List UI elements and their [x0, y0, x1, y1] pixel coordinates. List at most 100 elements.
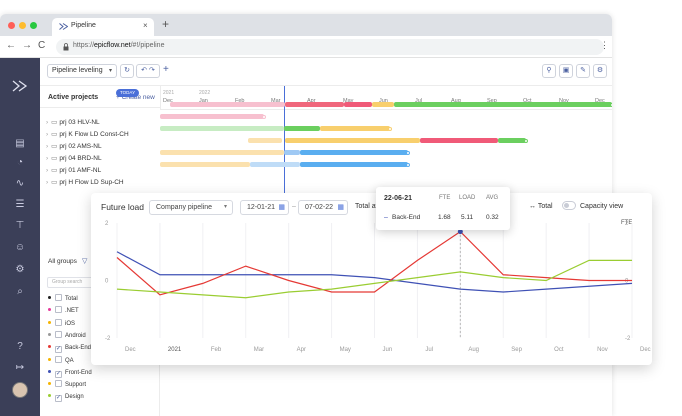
milestone-marker[interactable]	[524, 138, 528, 143]
group-label: Design	[65, 394, 84, 401]
project-row[interactable]: › ▭ prj K Flow LD Const-CH	[46, 129, 129, 141]
group-color-dot	[48, 369, 51, 373]
gantt-bar[interactable]	[394, 102, 612, 107]
project-row[interactable]: › ▭ prj 02 AMS-NL	[46, 141, 102, 153]
gantt-bar[interactable]	[250, 162, 300, 167]
tab-pipeline[interactable]: Pipeline ×	[52, 18, 154, 36]
x-tick-label: Sep	[511, 347, 522, 353]
reload-icon[interactable]: C	[38, 40, 45, 51]
gantt-bar[interactable]	[160, 150, 284, 155]
group-checkbox[interactable]	[55, 380, 62, 388]
project-row[interactable]: › ▭ prj H Flow LD Sup-CH	[46, 177, 124, 189]
milestone-marker[interactable]	[262, 114, 266, 119]
gantt-bar[interactable]	[285, 102, 344, 107]
gantt-bar[interactable]	[372, 102, 394, 107]
new-tab-button[interactable]: +	[162, 17, 169, 31]
group-checkbox[interactable]: ✓	[55, 346, 62, 354]
milestone-marker[interactable]	[610, 102, 612, 107]
epicflow-logo-icon[interactable]	[12, 80, 28, 92]
filter-icon[interactable]: ▽	[82, 257, 87, 265]
group-checkbox[interactable]: ✓	[55, 395, 62, 403]
gantt-bar[interactable]	[284, 150, 300, 155]
y-tick-label-right: 2	[625, 221, 629, 227]
gantt-bar[interactable]	[320, 126, 390, 131]
gantt-bar[interactable]	[344, 102, 372, 107]
x-tick-label: Apr	[297, 347, 306, 353]
gantt-bar[interactable]	[160, 126, 284, 131]
group-checkbox[interactable]	[55, 330, 62, 338]
gantt-bar[interactable]	[248, 138, 282, 143]
forward-arrow-icon[interactable]: →	[22, 40, 32, 51]
future-load-panel: Future load Company pipeline ▾ 12-01-21 …	[91, 193, 652, 365]
group-item[interactable]: ✓ Design	[48, 392, 84, 403]
group-checkbox[interactable]	[55, 318, 62, 326]
users-icon[interactable]: ☺	[13, 242, 27, 254]
settings-button[interactable]: ⚙	[593, 64, 607, 78]
activity-icon[interactable]: ∿	[13, 178, 27, 190]
future-load-chart[interactable]: 2 20 0-2 -2Dec 2021 Feb Mar Apr May Jun Jul Aug Sep O…	[91, 193, 652, 365]
tab-close-icon[interactable]: ×	[143, 21, 148, 30]
avatar[interactable]	[12, 382, 28, 398]
group-checkbox[interactable]	[55, 294, 62, 301]
project-row[interactable]: › ▭ prj 04 BRD-NL	[46, 153, 102, 165]
filter-button[interactable]: ⚲	[542, 64, 556, 78]
group-item[interactable]: ✓ Back-End	[48, 343, 91, 354]
gantt-bar[interactable]	[170, 102, 285, 107]
gantt-bar[interactable]	[498, 138, 526, 143]
pipeline-search-icon[interactable]: ⌕	[13, 286, 27, 298]
group-item[interactable]: Support	[48, 380, 86, 390]
gantt-bar[interactable]	[300, 150, 408, 155]
group-search-input[interactable]: Group search	[47, 277, 93, 288]
tooltip-col-load: LOAD	[459, 195, 476, 201]
help-icon[interactable]: ?	[13, 341, 27, 353]
folder-icon: ▭	[51, 131, 58, 138]
group-checkbox[interactable]	[55, 306, 62, 314]
group-item[interactable]: .NET	[48, 306, 79, 316]
gantt-bar[interactable]	[420, 138, 498, 143]
x-tick-label: 2021	[168, 347, 182, 353]
group-item[interactable]: iOS	[48, 318, 75, 329]
project-row[interactable]: › ▭ prj 01 AMF-NL	[46, 165, 101, 177]
list-icon[interactable]: ▤	[13, 138, 27, 150]
logout-icon[interactable]: ↦	[13, 362, 27, 374]
minimize-window-button[interactable]	[19, 22, 26, 29]
mode-select[interactable]: Pipeline leveling ▾	[47, 64, 117, 78]
maximize-window-button[interactable]	[30, 22, 37, 29]
gantt-bar[interactable]	[285, 138, 420, 143]
group-label: Android	[65, 332, 86, 339]
milestone-marker[interactable]	[406, 150, 410, 155]
group-item[interactable]: ✓ Front-End	[48, 368, 92, 378]
tasks-icon[interactable]: ☰	[13, 199, 27, 211]
chart-tooltip: 22-06-21 FTE LOAD AVG – Back-End 1.68 5.…	[376, 187, 510, 230]
undo-redo-button[interactable]: ↶ ↷	[136, 64, 160, 78]
project-row[interactable]: › ▭ prj 03 HLV-NL	[46, 117, 100, 129]
refresh-button[interactable]: ↻	[120, 64, 134, 78]
close-window-button[interactable]	[8, 22, 15, 29]
group-label: Total	[65, 296, 78, 302]
epicflow-logo-icon	[59, 23, 68, 30]
tooltip-date: 22-06-21	[384, 195, 413, 202]
milestone-marker[interactable]	[388, 126, 392, 131]
group-checkbox[interactable]	[55, 355, 62, 363]
gantt-bar[interactable]	[160, 114, 264, 119]
save-button[interactable]: ▣	[559, 64, 573, 78]
browser-menu-icon[interactable]: ⋮	[600, 40, 609, 51]
gantt-bar[interactable]	[300, 162, 408, 167]
group-item[interactable]: Android	[48, 330, 86, 341]
group-item[interactable]: Total	[48, 294, 78, 304]
back-arrow-icon[interactable]: ←	[6, 40, 16, 51]
project-name: prj 01 AMF-NL	[59, 167, 102, 174]
group-checkbox[interactable]: ✓	[55, 370, 62, 378]
gauge-icon[interactable]: ◔	[13, 157, 27, 169]
settings-icon[interactable]: ⚙	[13, 264, 27, 276]
tab-bar: Pipeline × +	[0, 14, 612, 36]
group-item[interactable]: QA	[48, 355, 74, 366]
folder-icon: ▭	[51, 119, 58, 126]
gantt-bar[interactable]	[284, 126, 320, 131]
add-button[interactable]: +	[163, 64, 169, 75]
hierarchy-icon[interactable]: ⊤	[13, 220, 27, 232]
edit-button[interactable]: ✎	[576, 64, 590, 78]
milestone-marker[interactable]	[406, 162, 410, 167]
gantt-bar[interactable]	[160, 162, 250, 167]
url-field[interactable]: https://epicflow.net/#!/pipeline	[56, 39, 604, 55]
